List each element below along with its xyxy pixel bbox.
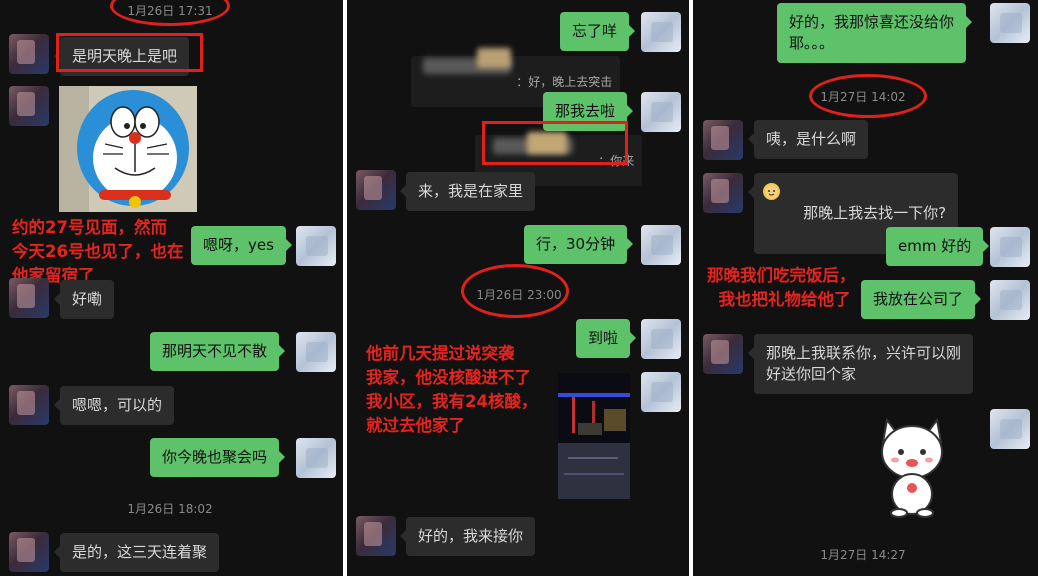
avatar-contact[interactable]: [356, 516, 396, 556]
avatar-self[interactable]: [641, 225, 681, 265]
doraemon-image: [59, 86, 197, 212]
avatar-self[interactable]: [641, 372, 681, 412]
message-text: 那晚上我去找一下你?: [803, 204, 947, 222]
photo-image: [558, 373, 630, 499]
annotation-text: 那晚我们吃完饭后， 我也把礼物给他了: [707, 266, 856, 309]
timestamp: 1月26日 18:02: [127, 502, 213, 516]
message-bubble[interactable]: 到啦: [576, 319, 637, 358]
blurred-name: [477, 48, 511, 68]
message-bubble[interactable]: 行，30分钟: [524, 225, 634, 264]
annotation-text: 他前几天提过说突袭 我家，他没核酸进不了 我小区，我有24核酸， 就过去他家了: [366, 344, 538, 435]
avatar-contact[interactable]: [9, 34, 49, 74]
message-bubble[interactable]: 好的，我那惊喜还没给你 耶。。。: [777, 3, 973, 63]
avatar-self[interactable]: [296, 332, 336, 372]
avatar-contact[interactable]: [9, 532, 49, 572]
cat-sticker-image: [881, 417, 943, 518]
avatar-self[interactable]: [990, 409, 1030, 449]
chat-panel-2: 忘了咩 ：好，晚上去突击 那我去啦 ：你来 来，我是在家里 行，30分钟 1月2…: [347, 0, 689, 576]
cat-emoji-icon: [763, 183, 780, 200]
avatar-contact[interactable]: [9, 385, 49, 425]
message-bubble[interactable]: 是的，这三天连着聚: [53, 533, 220, 572]
annotation-ellipse: [461, 264, 569, 318]
avatar-contact[interactable]: [9, 86, 49, 126]
cat-emoji-svg: [765, 185, 778, 199]
message-bubble[interactable]: 咦，是什么啊: [747, 120, 869, 159]
annotation-ellipse: [809, 74, 927, 118]
message-bubble[interactable]: 你今晚也聚会吗: [150, 438, 286, 477]
white-cat-sticker[interactable]: [877, 410, 947, 520]
avatar-self[interactable]: [641, 92, 681, 132]
message-bubble[interactable]: 嗯呀，yes: [191, 226, 292, 265]
avatar-contact[interactable]: [703, 334, 743, 374]
avatar-contact[interactable]: [703, 120, 743, 160]
quoted-reply-text: ：好，晚上去突击: [516, 75, 613, 89]
avatar-contact[interactable]: [9, 278, 49, 318]
message-bubble[interactable]: emm 好的: [886, 227, 990, 266]
avatar-self[interactable]: [990, 3, 1030, 43]
message-bubble[interactable]: 我放在公司了: [861, 280, 982, 319]
message-bubble[interactable]: 来，我是在家里: [399, 172, 536, 211]
message-bubble[interactable]: 嗯嗯，可以的: [53, 386, 175, 425]
avatar-self[interactable]: [296, 226, 336, 266]
avatar-self[interactable]: [641, 12, 681, 52]
chat-panel-1: 1月26日 17:31 是明天晚上是吧 嗯呀，yes 约的27号见面，然而 今天…: [0, 0, 343, 576]
timestamp: 1月27日 14:27: [820, 548, 906, 562]
avatar-contact[interactable]: [356, 170, 396, 210]
message-bubble[interactable]: 忘了咩: [560, 12, 636, 51]
doraemon-sticker[interactable]: [59, 86, 197, 212]
avatar-contact[interactable]: [703, 173, 743, 213]
annotation-rect: [56, 33, 203, 72]
message-bubble[interactable]: 好嘞: [53, 280, 115, 319]
avatar-self[interactable]: [990, 280, 1030, 320]
annotation-rect: [482, 121, 628, 165]
chat-panel-3: 好的，我那惊喜还没给你 耶。。。 1月27日 14:02 咦，是什么啊 那晚上我…: [693, 0, 1038, 576]
message-bubble[interactable]: 那晚上我联系你，兴许可以刚 好送你回个家: [747, 334, 974, 394]
avatar-self[interactable]: [296, 438, 336, 478]
avatar-self[interactable]: [990, 227, 1030, 267]
message-bubble[interactable]: 好的，我来接你: [399, 517, 536, 556]
night-street-photo[interactable]: [558, 373, 630, 499]
avatar-self[interactable]: [641, 319, 681, 359]
message-bubble[interactable]: 那明天不见不散: [150, 332, 286, 371]
annotation-ellipse: [110, 0, 230, 26]
